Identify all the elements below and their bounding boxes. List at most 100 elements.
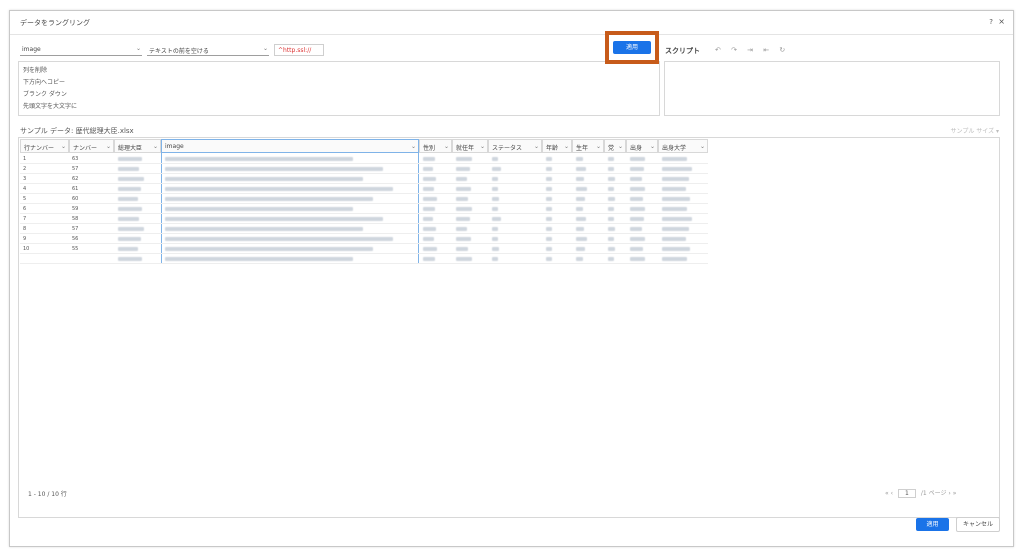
grid-cell[interactable] (419, 244, 452, 254)
grid-cell[interactable] (658, 154, 708, 164)
grid-cell[interactable] (626, 174, 658, 184)
grid-cell[interactable] (488, 214, 542, 224)
chevron-down-icon[interactable]: ⌄ (700, 143, 705, 150)
grid-cell[interactable] (604, 234, 626, 244)
grid-cell[interactable] (604, 164, 626, 174)
grid-cell[interactable] (604, 254, 626, 264)
grid-cell[interactable] (452, 174, 488, 184)
grid-cell[interactable] (161, 244, 419, 254)
grid-cell[interactable] (114, 244, 161, 254)
apply-button[interactable]: 適用 (916, 518, 949, 531)
help-icon[interactable]: ? (989, 18, 993, 26)
grid-cell[interactable] (419, 214, 452, 224)
grid-cell[interactable] (488, 154, 542, 164)
grid-cell[interactable] (542, 194, 572, 204)
grid-cell[interactable] (488, 174, 542, 184)
grid-cell[interactable] (604, 194, 626, 204)
grid-cell[interactable] (542, 244, 572, 254)
column-header-9[interactable]: 党 ⌄ (604, 139, 626, 153)
chevron-down-icon[interactable]: ⌄ (480, 143, 485, 150)
grid-cell[interactable] (161, 184, 419, 194)
pager-prev[interactable]: « ‹ (885, 490, 893, 497)
grid-cell[interactable] (626, 254, 658, 264)
cancel-button[interactable]: キャンセル (956, 517, 1000, 532)
grid-cell[interactable] (604, 204, 626, 214)
grid-cell[interactable] (161, 224, 419, 234)
grid-cell[interactable] (114, 164, 161, 174)
grid-cell[interactable] (114, 204, 161, 214)
chevron-down-icon[interactable]: ⌄ (650, 143, 655, 150)
column-header-4[interactable]: 性別 ⌄ (419, 139, 452, 153)
grid-cell[interactable]: 58 (69, 214, 114, 224)
grid-cell[interactable] (604, 184, 626, 194)
column-header-10[interactable]: 出身 ⌄ (626, 139, 658, 153)
grid-cell[interactable]: 9 (20, 234, 69, 244)
column-header-8[interactable]: 生年 ⌄ (572, 139, 604, 153)
chevron-down-icon[interactable]: ⌄ (564, 143, 569, 150)
column-header-1[interactable]: ナンバー ⌄ (69, 139, 114, 153)
grid-cell[interactable] (161, 164, 419, 174)
grid-cell[interactable] (572, 244, 604, 254)
grid-cell[interactable] (452, 254, 488, 264)
grid-cell[interactable]: 8 (20, 224, 69, 234)
grid-cell[interactable]: 57 (69, 224, 114, 234)
apply-step-button[interactable]: 適用 (613, 41, 651, 54)
grid-cell[interactable] (161, 194, 419, 204)
suggestion-capitalize[interactable]: 先頭文字を大文字に (23, 101, 77, 110)
grid-cell[interactable] (658, 234, 708, 244)
grid-cell[interactable] (114, 174, 161, 184)
grid-cell[interactable] (488, 184, 542, 194)
grid-cell[interactable] (114, 234, 161, 244)
grid-cell[interactable] (604, 174, 626, 184)
grid-cell[interactable] (452, 214, 488, 224)
grid-cell[interactable] (161, 154, 419, 164)
chevron-down-icon[interactable]: ⌄ (411, 143, 416, 150)
grid-cell[interactable] (542, 254, 572, 264)
suggestion-delete-column[interactable]: 列を削除 (23, 65, 47, 74)
sample-size-select[interactable]: サンプル サイズ ▾ (951, 126, 999, 135)
grid-cell[interactable] (572, 204, 604, 214)
grid-cell[interactable]: 57 (69, 164, 114, 174)
suggestion-blank-down[interactable]: ブランク ダウン (23, 89, 67, 98)
grid-cell[interactable]: 5 (20, 194, 69, 204)
grid-cell[interactable]: 60 (69, 194, 114, 204)
grid-cell[interactable] (626, 194, 658, 204)
grid-cell[interactable] (626, 164, 658, 174)
grid-cell[interactable] (488, 204, 542, 214)
grid-cell[interactable] (419, 224, 452, 234)
grid-cell[interactable] (542, 224, 572, 234)
grid-cell[interactable] (626, 214, 658, 224)
grid-cell[interactable] (452, 224, 488, 234)
grid-cell[interactable] (604, 244, 626, 254)
grid-cell[interactable] (542, 204, 572, 214)
chevron-down-icon[interactable]: ⌄ (106, 143, 111, 150)
grid-cell[interactable] (419, 174, 452, 184)
grid-cell[interactable]: 63 (69, 154, 114, 164)
column-select[interactable]: image ⌄ (20, 44, 142, 56)
grid-cell[interactable] (658, 184, 708, 194)
grid-cell[interactable]: 7 (20, 214, 69, 224)
grid-cell[interactable] (488, 254, 542, 264)
grid-cell[interactable]: 2 (20, 164, 69, 174)
grid-cell[interactable]: 6 (20, 204, 69, 214)
grid-cell[interactable] (658, 214, 708, 224)
grid-cell[interactable] (114, 184, 161, 194)
column-header-6[interactable]: ステータス ⌄ (488, 139, 542, 153)
grid-cell[interactable] (658, 194, 708, 204)
grid-cell[interactable] (658, 204, 708, 214)
grid-cell[interactable] (488, 224, 542, 234)
grid-cell[interactable] (419, 234, 452, 244)
grid-cell[interactable] (572, 254, 604, 264)
script-tools[interactable]: ↶ ↷ ⇥ ⇤ ↻ (715, 46, 789, 54)
grid-cell[interactable] (161, 174, 419, 184)
grid-cell[interactable] (572, 234, 604, 244)
grid-cell[interactable] (161, 254, 419, 264)
grid-cell[interactable] (488, 244, 542, 254)
grid-cell[interactable] (604, 224, 626, 234)
page-input[interactable]: 1 (897, 489, 916, 498)
grid-cell[interactable] (626, 244, 658, 254)
grid-cell[interactable] (542, 214, 572, 224)
grid-cell[interactable] (626, 154, 658, 164)
chevron-down-icon[interactable]: ⌄ (534, 143, 539, 150)
column-header-3[interactable]: image ⌄ (161, 139, 419, 153)
